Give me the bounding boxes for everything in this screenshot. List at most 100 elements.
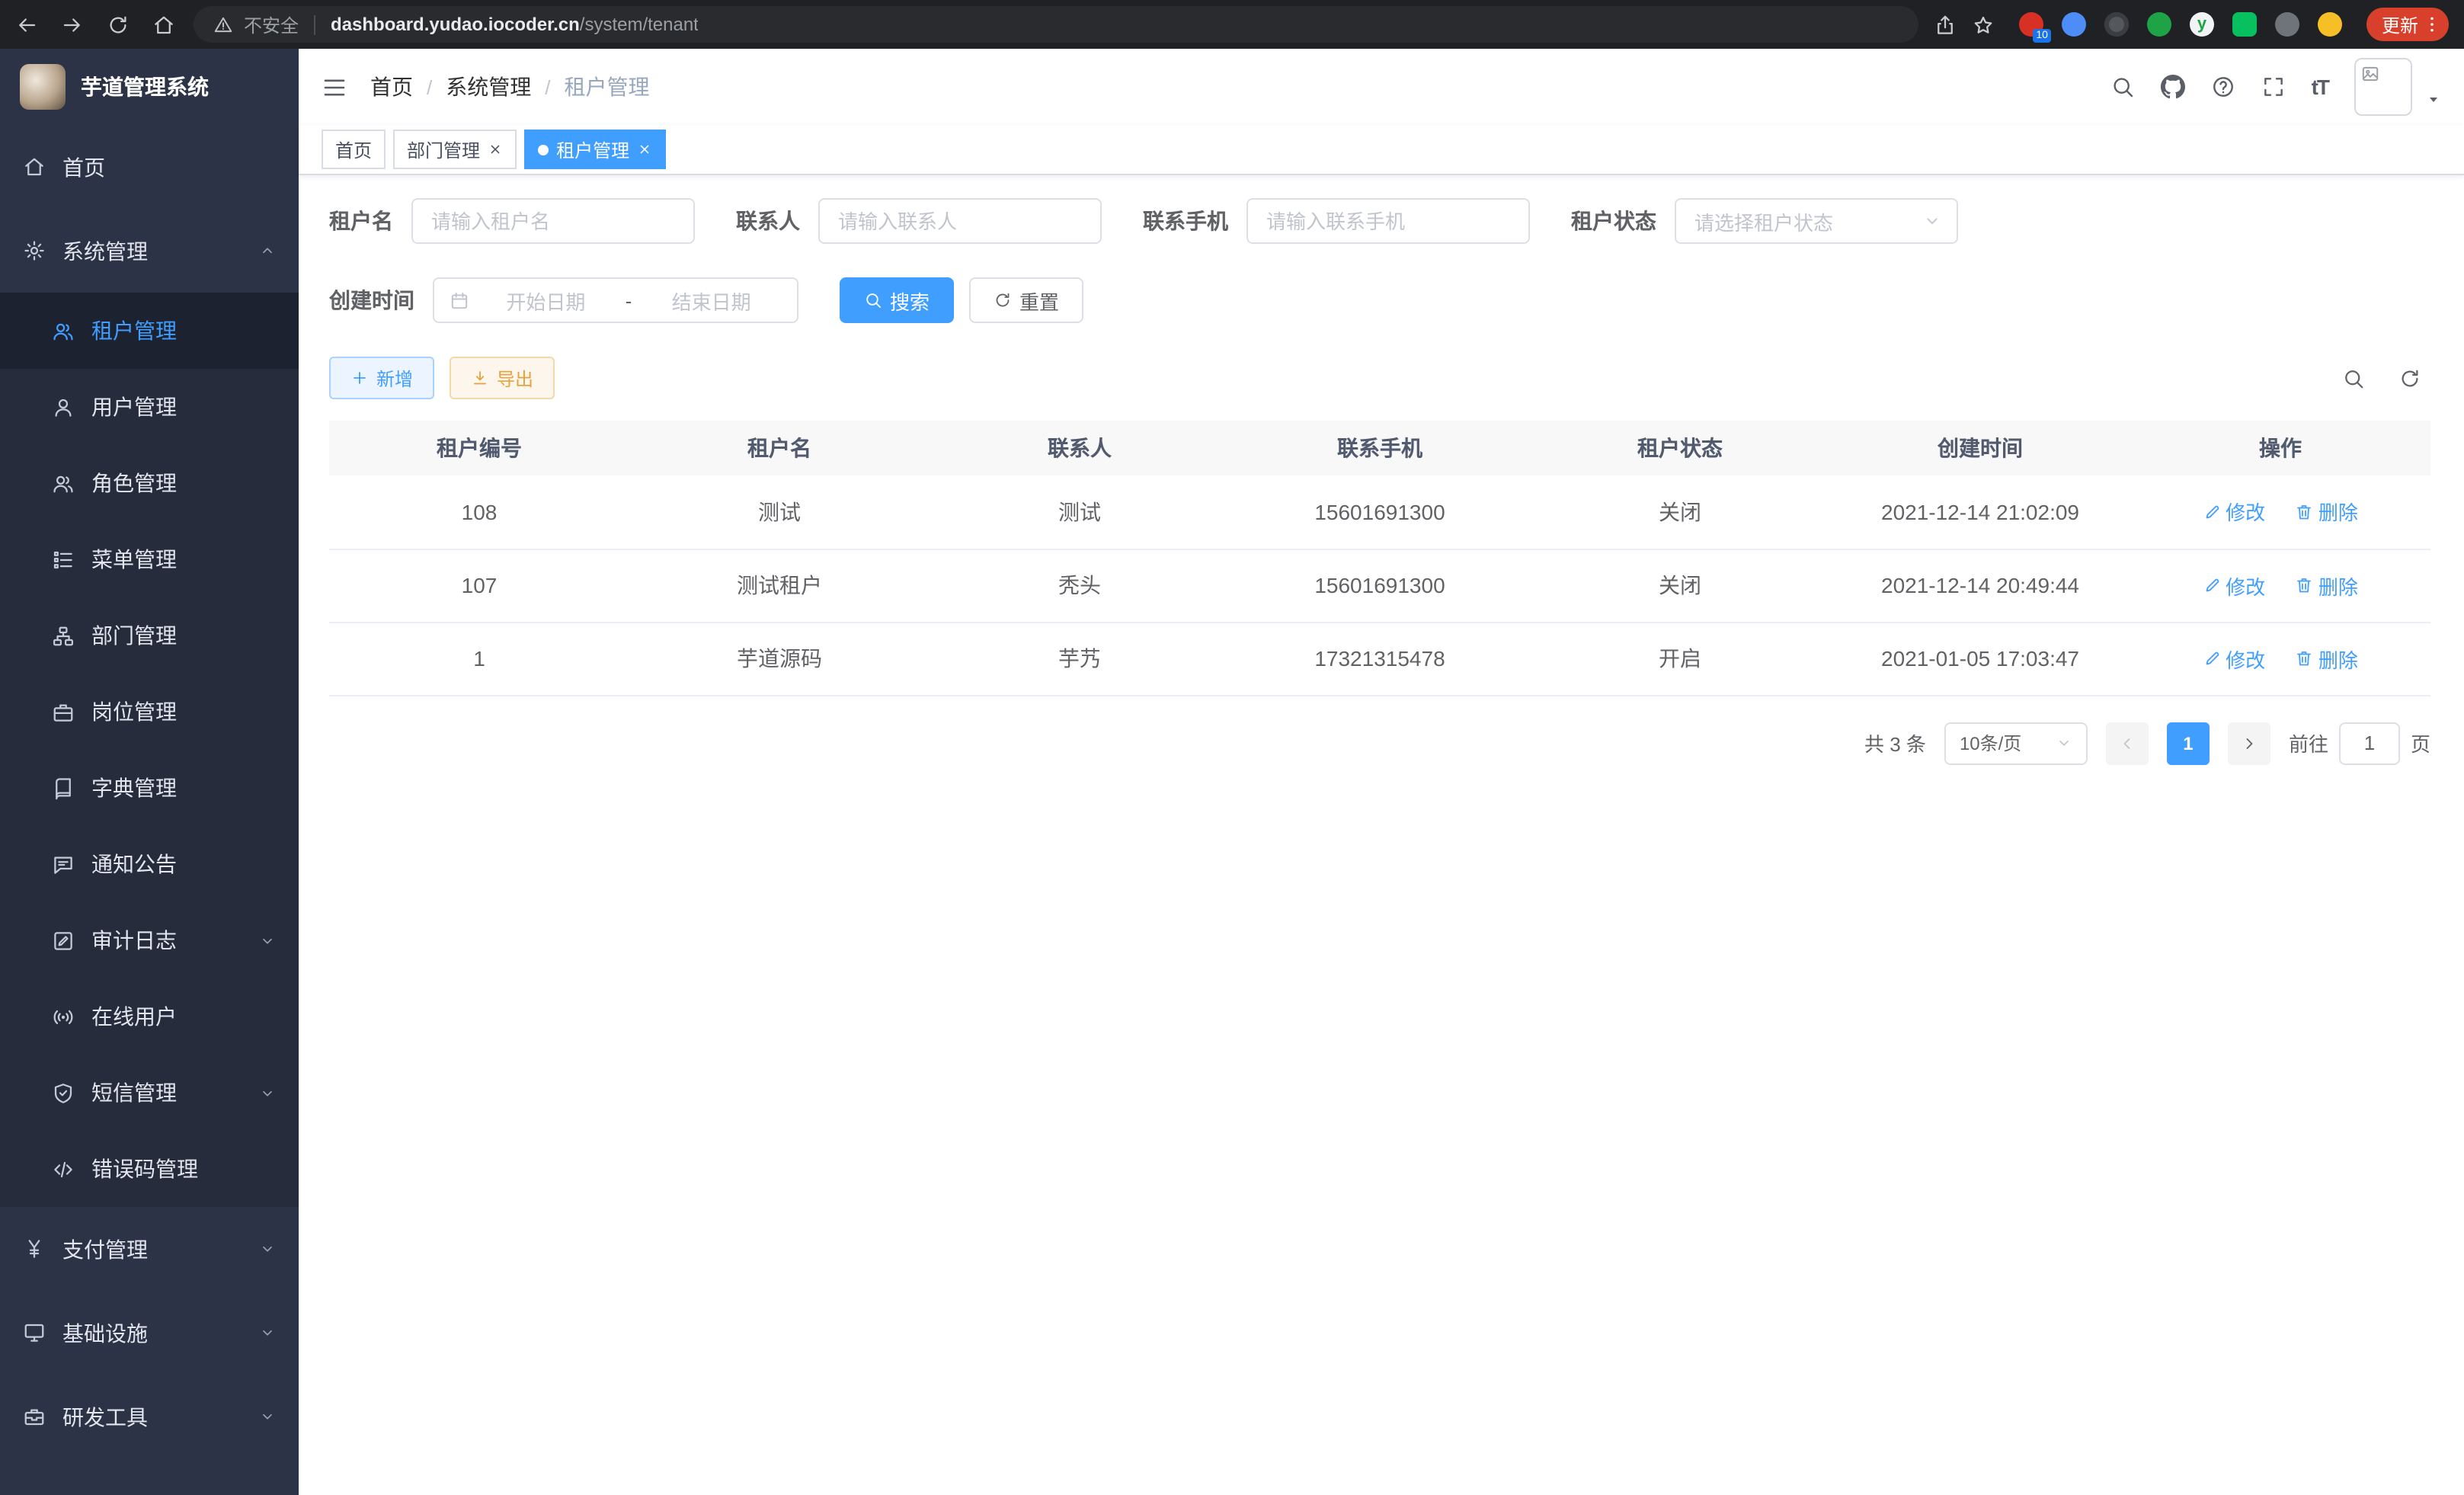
- tab-tenant-management[interactable]: 租户管理: [524, 130, 666, 169]
- sidebar-item-infrastructure[interactable]: 基础设施: [0, 1291, 299, 1375]
- sidebar-item-label: 系统管理: [62, 235, 242, 266]
- total-count: 共 3 条: [1864, 728, 1926, 757]
- bookmark-star-icon[interactable]: [1972, 13, 1995, 36]
- tab-dept-management[interactable]: 部门管理: [393, 130, 517, 169]
- cell-phone: 15601691300: [1230, 549, 1530, 622]
- kebab-menu-icon[interactable]: [2421, 14, 2443, 35]
- sidebar-item-menu[interactable]: 菜单管理: [0, 521, 299, 597]
- user-avatar[interactable]: [2354, 58, 2412, 116]
- reset-button[interactable]: 重置: [969, 277, 1083, 323]
- extension-icon[interactable]: [2275, 12, 2299, 37]
- browser-back-icon[interactable]: [15, 13, 38, 36]
- extension-icon[interactable]: [2104, 12, 2129, 37]
- column-header: 租户名: [629, 421, 930, 475]
- logo-avatar: [20, 64, 66, 110]
- edit-button[interactable]: 修改: [2203, 498, 2265, 527]
- add-button[interactable]: 新增: [329, 357, 434, 399]
- table-row: 107 测试租户 秃头 15601691300 关闭 2021-12-14 20…: [329, 549, 2430, 622]
- extension-icon[interactable]: y: [2190, 12, 2214, 37]
- tenant-name-input[interactable]: [411, 198, 695, 244]
- edit-button[interactable]: 修改: [2203, 644, 2265, 673]
- sidebar-item-notice[interactable]: 通知公告: [0, 826, 299, 902]
- sidebar: 芋道管理系统 首页 系统管理 租户管理 用户管理: [0, 49, 299, 1495]
- toggle-search-icon[interactable]: [2342, 367, 2365, 389]
- address-bar[interactable]: 不安全 dashboard.yudao.iocoder.cn/system/te…: [194, 6, 1918, 43]
- sidebar-item-home[interactable]: 首页: [0, 125, 299, 209]
- caret-down-icon[interactable]: [2424, 90, 2443, 108]
- sidebar-item-label: 岗位管理: [91, 696, 276, 727]
- edit-icon: [2203, 576, 2221, 594]
- share-icon[interactable]: [1934, 13, 1957, 36]
- status-label: 租户状态: [1571, 206, 1656, 236]
- delete-button[interactable]: 删除: [2296, 498, 2358, 527]
- broken-image-icon: [2360, 64, 2380, 84]
- sidebar-item-user[interactable]: 用户管理: [0, 369, 299, 445]
- page-url: dashboard.yudao.iocoder.cn/system/tenant: [331, 14, 699, 35]
- breadcrumb-section[interactable]: 系统管理: [446, 72, 531, 102]
- date-range-separator: -: [622, 289, 635, 312]
- app-logo[interactable]: 芋道管理系统: [0, 49, 299, 125]
- browser-forward-icon[interactable]: [61, 13, 84, 36]
- sidebar-item-system[interactable]: 系统管理: [0, 209, 299, 293]
- sidebar-item-tenant[interactable]: 租户管理: [0, 293, 299, 369]
- profile-avatar-icon[interactable]: [2318, 12, 2342, 37]
- next-page-button[interactable]: [2228, 722, 2270, 764]
- plus-icon: [350, 369, 369, 387]
- pagination: 共 3 条 10条/页 1 前往 页: [329, 722, 2430, 764]
- page-size-select[interactable]: 10条/页: [1944, 722, 2088, 764]
- browser-reload-icon[interactable]: [107, 13, 130, 36]
- gear-icon: [23, 239, 46, 262]
- help-icon[interactable]: [2211, 75, 2235, 99]
- extension-icon[interactable]: [2147, 12, 2171, 37]
- font-size-button[interactable]: tT: [2312, 75, 2328, 99]
- sidebar-item-dev-tools[interactable]: 研发工具: [0, 1375, 299, 1458]
- sidebar-item-dept[interactable]: 部门管理: [0, 597, 299, 674]
- cell-status: 关闭: [1530, 549, 1830, 622]
- table-header-row: 租户编号 租户名 联系人 联系手机 租户状态 创建时间 操作: [329, 421, 2430, 475]
- phone-input[interactable]: [1246, 198, 1530, 244]
- hamburger-icon[interactable]: [299, 74, 370, 100]
- extension-icon[interactable]: 10: [2019, 12, 2043, 37]
- tenant-status-select[interactable]: 请选择租户状态: [1675, 198, 1958, 244]
- browser-home-icon[interactable]: [152, 13, 175, 36]
- github-icon[interactable]: [2161, 75, 2185, 99]
- delete-button[interactable]: 删除: [2296, 571, 2358, 600]
- chevron-down-icon: [2056, 735, 2072, 751]
- sidebar-item-sms[interactable]: 短信管理: [0, 1055, 299, 1131]
- extension-icon[interactable]: [2062, 12, 2086, 37]
- sidebar-item-dict[interactable]: 字典管理: [0, 750, 299, 826]
- trash-icon: [2296, 576, 2314, 594]
- edit-button[interactable]: 修改: [2203, 571, 2265, 600]
- page-number-button[interactable]: 1: [2167, 722, 2210, 764]
- tab-home[interactable]: 首页: [322, 130, 386, 169]
- refresh-table-icon[interactable]: [2398, 367, 2421, 389]
- toolbox-icon: [23, 1405, 46, 1428]
- filter-row-1: 租户名 联系人 联系手机 租户状态 请选择租户状态: [329, 198, 2430, 244]
- warning-icon: [213, 14, 233, 34]
- sidebar-item-error-code[interactable]: 错误码管理: [0, 1131, 299, 1207]
- search-button[interactable]: 搜索: [840, 277, 954, 323]
- close-icon[interactable]: [488, 142, 503, 157]
- prev-page-button[interactable]: [2106, 722, 2149, 764]
- sidebar-item-payment[interactable]: 支付管理: [0, 1207, 299, 1291]
- sidebar-item-label: 审计日志: [91, 925, 242, 956]
- table-tools: [2342, 367, 2430, 389]
- search-icon[interactable]: [2110, 75, 2135, 99]
- sidebar-item-online-users[interactable]: 在线用户: [0, 978, 299, 1055]
- sidebar-item-audit-log[interactable]: 审计日志: [0, 902, 299, 978]
- contact-input[interactable]: [818, 198, 1102, 244]
- tenant-table: 租户编号 租户名 联系人 联系手机 租户状态 创建时间 操作 108 测试: [329, 421, 2430, 696]
- delete-button[interactable]: 删除: [2296, 644, 2358, 673]
- sidebar-item-label: 在线用户: [91, 1001, 276, 1032]
- sidebar-item-label: 租户管理: [91, 315, 276, 346]
- sidebar-item-post[interactable]: 岗位管理: [0, 674, 299, 750]
- create-time-range-picker[interactable]: 开始日期 - 结束日期: [433, 277, 798, 323]
- goto-page-input[interactable]: [2339, 722, 2400, 764]
- fullscreen-icon[interactable]: [2261, 75, 2286, 99]
- close-icon[interactable]: [637, 142, 652, 157]
- sidebar-item-role[interactable]: 角色管理: [0, 445, 299, 521]
- export-button[interactable]: 导出: [450, 357, 555, 399]
- extension-icon[interactable]: [2232, 12, 2257, 37]
- browser-update-button[interactable]: 更新: [2366, 8, 2449, 41]
- breadcrumb-home[interactable]: 首页: [370, 72, 413, 102]
